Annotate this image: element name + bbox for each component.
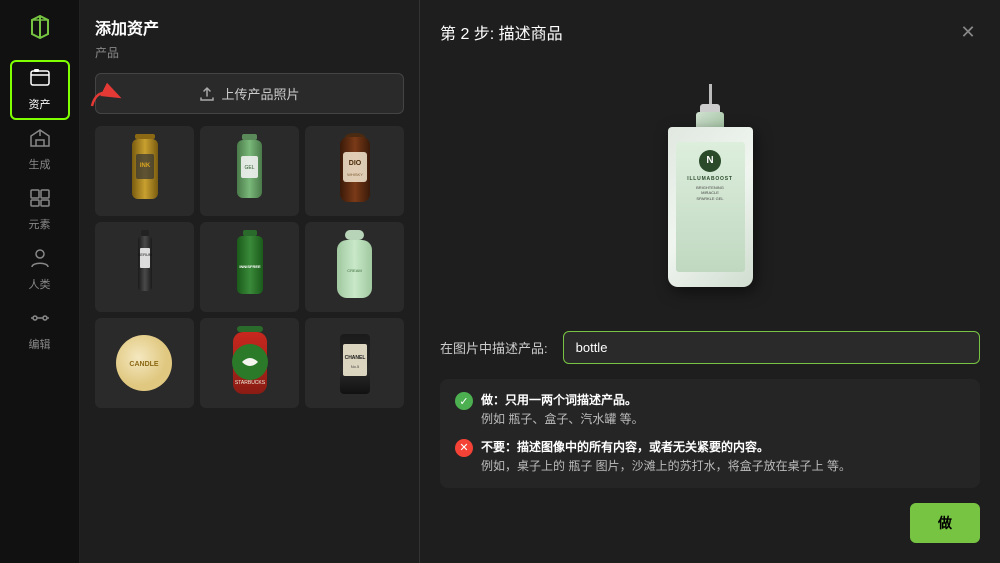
people-icon	[29, 248, 51, 273]
product-img-2: GEL	[200, 126, 299, 216]
svg-text:CANDLE: CANDLE	[129, 361, 158, 368]
elements-icon	[29, 188, 51, 213]
sidebar-item-generate[interactable]: 生成	[10, 120, 70, 180]
svg-text:DIO: DIO	[348, 160, 361, 167]
product-grid: INK GEL	[95, 126, 404, 408]
svg-text:STARBUCKS: STARBUCKS	[234, 380, 265, 386]
product-item-9[interactable]: CHANEL No.5	[305, 318, 404, 408]
right-header: 第 2 步: 描述商品 ✕	[440, 20, 980, 44]
hint-do-text: 做：只用一两个词描述产品。 例如 瓶子、盒子、汽水罐 等。	[481, 391, 644, 429]
product-item-8[interactable]: STARBUCKS	[200, 318, 299, 408]
hint-dont-icon: ✕	[455, 439, 473, 457]
bottle-label-area: N ILLUMABOOST BRIGHTENINGMIRACLESPARKLE …	[676, 142, 745, 272]
bottom-row: 做	[440, 503, 980, 543]
sidebar-item-assets[interactable]: 资产	[10, 60, 70, 120]
assets-icon	[29, 68, 51, 93]
bottle-brand-name: ILLUMABOOST	[687, 176, 732, 182]
panel-title: 添加资产	[95, 15, 404, 39]
upload-area: 上传产品照片	[95, 73, 404, 126]
svg-text:No.5: No.5	[350, 364, 359, 369]
hint-do: ✓ 做：只用一两个词描述产品。 例如 瓶子、盒子、汽水罐 等。	[455, 391, 965, 429]
sidebar: 资产 生成 元素 人类	[0, 0, 80, 563]
svg-text:INNISFREE: INNISFREE	[239, 264, 261, 269]
right-panel: 第 2 步: 描述商品 ✕ N ILLUMABOOST BRIGHTENINGM…	[420, 0, 1000, 563]
bottle-logo-circle: N	[699, 150, 721, 172]
description-label: 在图片中描述产品:	[440, 338, 548, 357]
close-button[interactable]: ✕	[956, 20, 980, 44]
product-item-1[interactable]: INK	[95, 126, 194, 216]
hints-panel: ✓ 做：只用一两个词描述产品。 例如 瓶子、盒子、汽水罐 等。 ✕ 不要：描述图…	[440, 379, 980, 488]
panel-subtitle: 产品	[95, 44, 404, 61]
product-item-2[interactable]: GEL	[200, 126, 299, 216]
bottle-pump-head	[700, 104, 720, 112]
hint-dont-text: 不要：描述图像中的所有内容，或者无关紧要的内容。 例如，桌子上的 瓶子 图片，沙…	[481, 438, 851, 476]
bottle-illustration: N ILLUMABOOST BRIGHTENINGMIRACLESPARKLE …	[668, 84, 753, 287]
upload-button-label: 上传产品照片	[221, 84, 299, 103]
product-img-8: STARBUCKS	[200, 318, 299, 408]
do-button[interactable]: 做	[910, 503, 980, 543]
product-item-6[interactable]: CREAM	[305, 222, 404, 312]
svg-text:WHISKY: WHISKY	[347, 172, 363, 177]
sidebar-item-elements-label: 元素	[29, 216, 51, 232]
hint-dont: ✕ 不要：描述图像中的所有内容，或者无关紧要的内容。 例如，桌子上的 瓶子 图片…	[455, 438, 965, 476]
product-img-9: CHANEL No.5	[305, 318, 404, 408]
product-item-7[interactable]: CANDLE	[95, 318, 194, 408]
product-img-5: INNISFREE	[200, 222, 299, 312]
sidebar-item-people[interactable]: 人类	[10, 240, 70, 300]
svg-text:INK: INK	[139, 163, 150, 169]
svg-text:CREAM: CREAM	[347, 268, 361, 273]
sidebar-item-edit[interactable]: 编辑	[10, 300, 70, 360]
product-img-3: DIO WHISKY	[305, 126, 404, 216]
product-img-7: CANDLE	[95, 318, 194, 408]
edit-icon	[29, 308, 51, 333]
svg-text:SERUM: SERUM	[137, 252, 151, 257]
generate-icon	[29, 128, 51, 153]
app-logo	[20, 10, 60, 50]
bottle-body: N ILLUMABOOST BRIGHTENINGMIRACLESPARKLE …	[668, 127, 753, 287]
left-panel: 添加资产 产品 上传产品照片	[80, 0, 420, 563]
sidebar-item-generate-label: 生成	[29, 156, 51, 172]
bottle-desc-text: BRIGHTENINGMIRACLESPARKLE GEL	[696, 185, 724, 202]
step-title: 第 2 步: 描述商品	[440, 20, 563, 44]
hint-do-icon: ✓	[455, 392, 473, 410]
svg-text:GEL: GEL	[244, 165, 254, 171]
product-img-6: CREAM	[305, 222, 404, 312]
sidebar-item-elements[interactable]: 元素	[10, 180, 70, 240]
sidebar-item-assets-label: 资产	[29, 96, 51, 112]
description-input[interactable]	[563, 331, 980, 364]
bottle-pump-stick	[709, 84, 712, 104]
panel-header: 添加资产 产品	[95, 15, 404, 73]
upload-button[interactable]: 上传产品照片	[95, 73, 404, 114]
product-preview: N ILLUMABOOST BRIGHTENINGMIRACLESPARKLE …	[440, 59, 980, 311]
description-row: 在图片中描述产品:	[440, 331, 980, 364]
product-item-3[interactable]: DIO WHISKY	[305, 126, 404, 216]
sidebar-item-edit-label: 编辑	[29, 336, 51, 352]
sidebar-item-people-label: 人类	[29, 276, 51, 292]
product-img-4: SERUM	[95, 222, 194, 312]
bottle-cap	[696, 112, 724, 127]
product-img-1: INK	[95, 126, 194, 216]
product-item-4[interactable]: SERUM	[95, 222, 194, 312]
product-item-5[interactable]: INNISFREE	[200, 222, 299, 312]
svg-text:CHANEL: CHANEL	[344, 355, 365, 361]
